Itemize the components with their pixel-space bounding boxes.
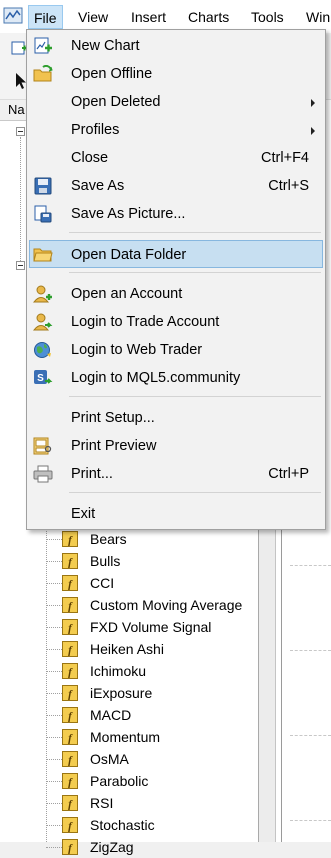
app-icon[interactable]	[3, 7, 23, 25]
indicator-item[interactable]: f Stochastic	[46, 814, 258, 836]
indicator-function-icon: f	[62, 531, 78, 547]
indicator-item[interactable]: f FXD Volume Signal	[46, 616, 258, 638]
indicator-function-icon: f	[62, 817, 78, 833]
new-chart-icon	[34, 37, 52, 54]
menu-view[interactable]: View	[78, 6, 108, 28]
new-chart-toolbar-icon[interactable]	[11, 40, 27, 56]
indicator-label: OsMA	[90, 751, 129, 767]
indicator-label: Custom Moving Average	[90, 597, 243, 613]
submenu-arrow-icon	[311, 127, 315, 135]
indicator-function-icon: f	[62, 707, 78, 723]
open-offline-folder-icon	[33, 65, 53, 82]
indicator-label: Momentum	[90, 729, 161, 745]
menu-item-login-trade-account[interactable]: Login to Trade Account	[29, 308, 323, 336]
indicator-function-icon: f	[62, 575, 78, 591]
mql5-icon: S	[34, 370, 53, 384]
indicator-item[interactable]: f Bears	[46, 528, 258, 550]
menu-item-login-mql5[interactable]: S Login to MQL5.community	[29, 364, 323, 392]
menu-item-open-account[interactable]: Open an Account	[29, 280, 323, 308]
indicator-function-icon: f	[62, 685, 78, 701]
user-login-icon	[33, 313, 53, 331]
indicator-item[interactable]: f RSI	[46, 792, 258, 814]
menu-file[interactable]: File	[28, 5, 63, 29]
floppy-disk-icon	[34, 177, 52, 195]
chart-gridline	[290, 565, 331, 566]
indicator-function-icon: f	[62, 619, 78, 635]
indicator-function-icon: f	[62, 773, 78, 789]
indicator-label: Stochastic	[90, 817, 155, 833]
chart-gridline	[290, 735, 331, 736]
menu-charts[interactable]: Charts	[188, 6, 229, 28]
menu-item-exit[interactable]: Exit	[29, 500, 323, 528]
save-picture-icon	[34, 205, 52, 223]
menu-item-profiles[interactable]: Profiles	[29, 116, 323, 144]
indicator-label: iExposure	[90, 685, 153, 701]
indicator-item[interactable]: f Ichimoku	[46, 660, 258, 682]
svg-text:S: S	[37, 373, 44, 384]
menu-tools[interactable]: Tools	[251, 6, 284, 28]
indicator-function-icon: f	[62, 597, 78, 613]
printer-icon	[33, 465, 53, 483]
file-menu-dropdown: New Chart Open Offline Open Deleted Prof…	[26, 29, 326, 530]
indicator-item[interactable]: f OsMA	[46, 748, 258, 770]
indicator-label: ZigZag	[90, 839, 134, 855]
menu-window[interactable]: Win	[306, 6, 330, 28]
tree-expander[interactable]	[16, 127, 25, 136]
menu-separator	[69, 492, 321, 493]
menu-item-save-as-picture[interactable]: Save As Picture...	[29, 200, 323, 228]
indicator-label: FXD Volume Signal	[90, 619, 212, 635]
indicator-item[interactable]: f Momentum	[46, 726, 258, 748]
indicator-function-icon: f	[62, 729, 78, 745]
indicator-label: MACD	[90, 707, 132, 723]
chart-gridline	[290, 820, 331, 821]
menu-item-save-as[interactable]: Save As Ctrl+S	[29, 172, 323, 200]
shortcut-label: Ctrl+F4	[261, 150, 309, 166]
indicator-function-icon: f	[62, 641, 78, 657]
indicator-item[interactable]: f CCI	[46, 572, 258, 594]
indicator-label: Bears	[90, 531, 127, 547]
chart-gridline	[290, 650, 331, 651]
menu-item-new-chart[interactable]: New Chart	[29, 32, 323, 60]
print-preview-icon	[33, 437, 52, 455]
folder-icon	[33, 248, 53, 262]
menu-item-open-deleted[interactable]: Open Deleted	[29, 88, 323, 116]
indicator-label: Bulls	[90, 553, 121, 569]
indicator-item[interactable]: f ZigZag	[46, 836, 258, 858]
menu-item-print-setup[interactable]: Print Setup...	[29, 404, 323, 432]
indicator-label: Parabolic	[90, 773, 149, 789]
menu-item-print-preview[interactable]: Print Preview	[29, 432, 323, 460]
indicator-label: Heiken Ashi	[90, 641, 164, 657]
menu-item-close[interactable]: Close Ctrl+F4	[29, 144, 323, 172]
menu-separator	[69, 272, 321, 273]
navigator-title: Na	[8, 102, 25, 117]
menu-item-open-data-folder[interactable]: Open Data Folder	[29, 240, 323, 268]
indicator-item[interactable]: f MACD	[46, 704, 258, 726]
submenu-arrow-icon	[311, 99, 315, 107]
shortcut-label: Ctrl+S	[268, 178, 309, 194]
indicator-label: Ichimoku	[90, 663, 147, 679]
indicator-item[interactable]: f Heiken Ashi	[46, 638, 258, 660]
menu-item-login-web-trader[interactable]: Login to Web Trader	[29, 336, 323, 364]
menu-item-print[interactable]: Print... Ctrl+P	[29, 460, 323, 488]
shortcut-label: Ctrl+P	[268, 466, 309, 482]
indicator-function-icon: f	[62, 751, 78, 767]
indicator-item[interactable]: f Bulls	[46, 550, 258, 572]
indicator-function-icon: f	[62, 839, 78, 855]
indicator-function-icon: f	[62, 553, 78, 569]
menu-separator	[69, 232, 321, 233]
user-add-icon	[33, 285, 52, 303]
globe-icon	[34, 342, 51, 358]
menu-item-open-offline[interactable]: Open Offline	[29, 60, 323, 88]
indicator-label: CCI	[90, 575, 115, 591]
indicator-item[interactable]: f Parabolic	[46, 770, 258, 792]
indicator-item[interactable]: f Custom Moving Average	[46, 594, 258, 616]
menu-separator	[69, 396, 321, 397]
indicator-label: RSI	[90, 795, 114, 811]
tree-expander[interactable]	[16, 261, 25, 270]
indicator-item[interactable]: f iExposure	[46, 682, 258, 704]
menu-insert[interactable]: Insert	[131, 6, 166, 28]
indicator-function-icon: f	[62, 795, 78, 811]
indicator-function-icon: f	[62, 663, 78, 679]
